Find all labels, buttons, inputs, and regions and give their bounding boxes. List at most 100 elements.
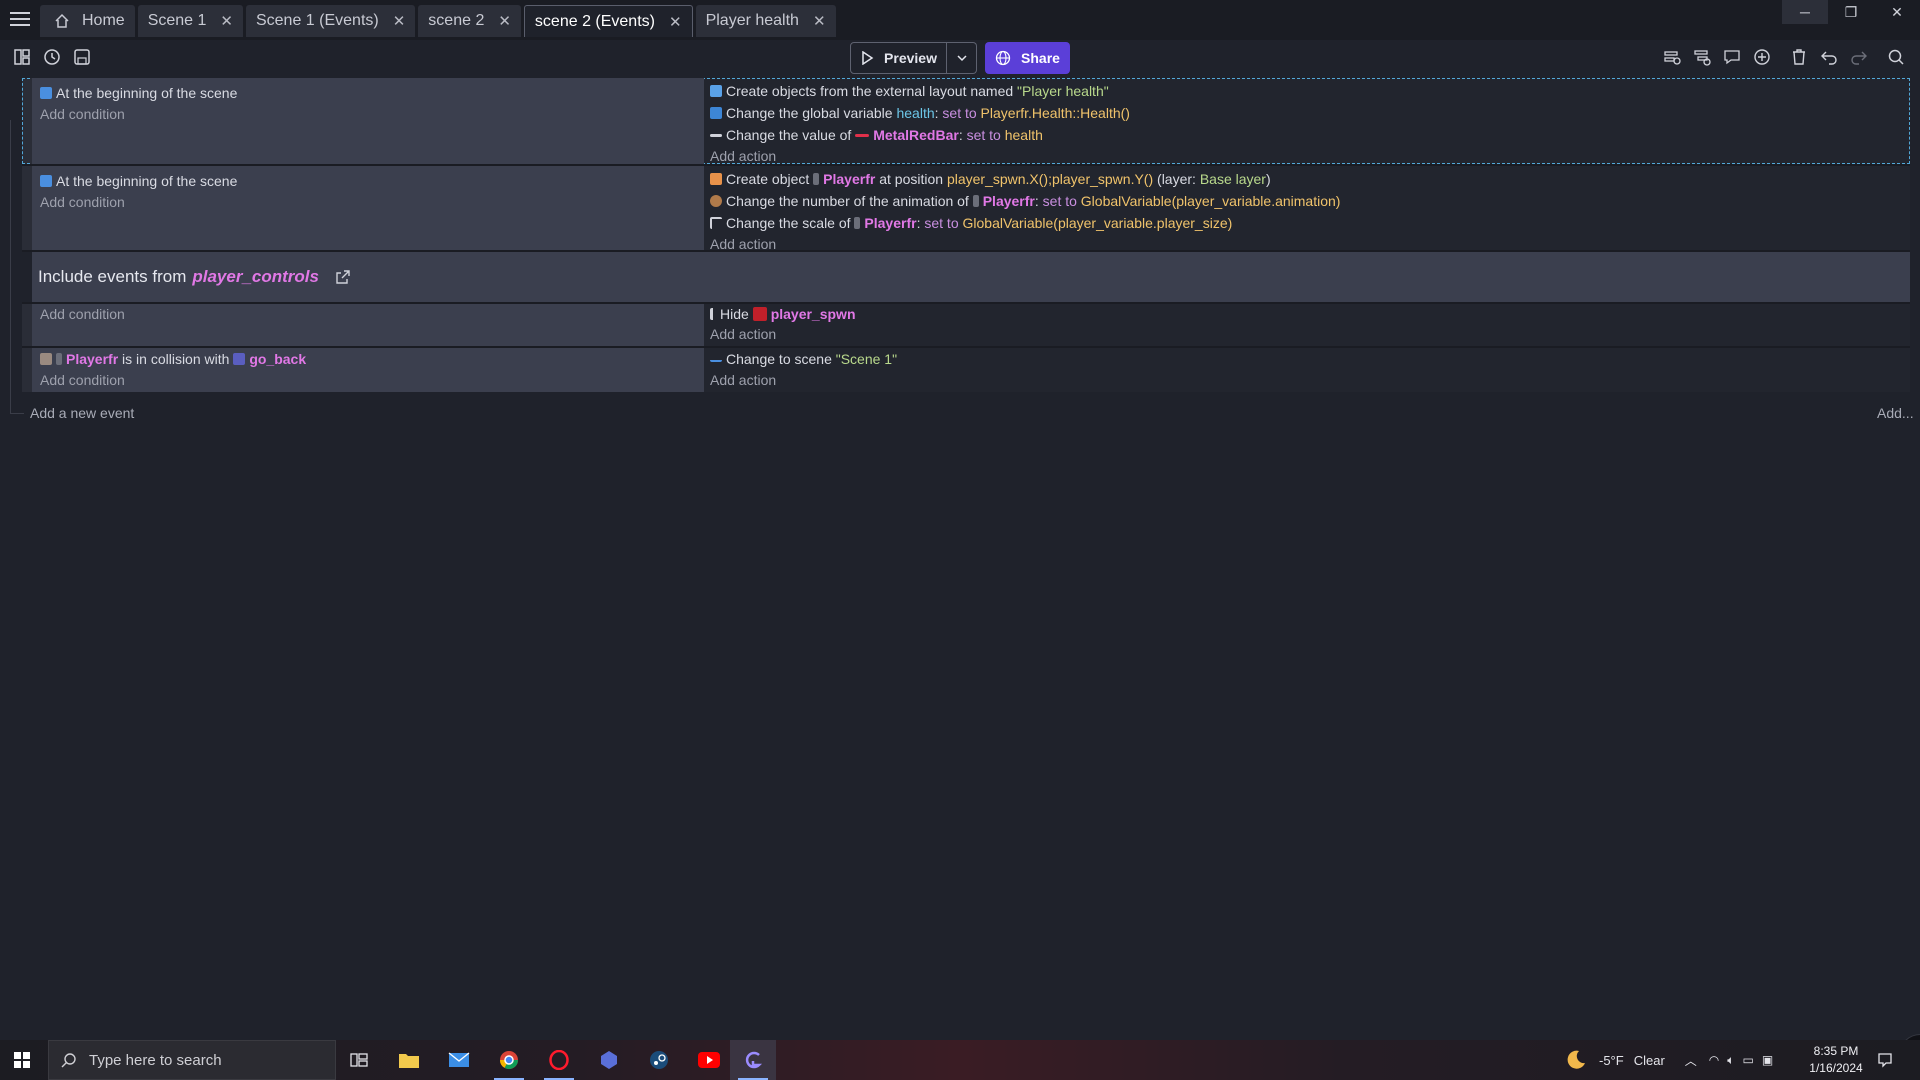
add-event-icon[interactable]: [1663, 48, 1681, 66]
gdevelop-icon[interactable]: [730, 1040, 776, 1080]
undo-icon[interactable]: [1820, 48, 1838, 66]
chrome-icon[interactable]: [486, 1040, 532, 1080]
tab-home[interactable]: Home: [40, 5, 135, 37]
action[interactable]: Change the global variable health : set …: [710, 102, 1904, 124]
close-window-button[interactable]: ✕: [1874, 0, 1920, 24]
add-subevent-icon[interactable]: [1693, 48, 1711, 66]
taskbar-search-input[interactable]: Type here to search: [48, 1040, 336, 1080]
add-condition-link[interactable]: Add condition: [40, 370, 696, 391]
close-icon[interactable]: ✕: [393, 12, 406, 30]
link-event[interactable]: Include events from player_controls: [32, 252, 1910, 302]
event-drag-handle[interactable]: [22, 304, 32, 346]
clock[interactable]: 8:35 PM 1/16/2024: [1806, 1043, 1866, 1077]
preview-button[interactable]: Preview: [850, 42, 947, 74]
minimize-button[interactable]: ─: [1782, 0, 1828, 24]
chevron-down-icon: [956, 55, 967, 62]
tab-label: Home: [82, 12, 125, 29]
actions-column: Hide player_spwn Add action: [704, 304, 1910, 346]
add-condition-link[interactable]: Add condition: [40, 304, 696, 325]
event-drag-handle[interactable]: [22, 78, 32, 164]
event-drag-handle[interactable]: [22, 166, 32, 250]
task-view-icon[interactable]: [336, 1040, 382, 1080]
share-label: Share: [1021, 50, 1060, 66]
close-icon[interactable]: ✕: [813, 12, 826, 30]
clock-time: 8:35 PM: [1813, 1044, 1859, 1058]
sprite-icon: [854, 217, 861, 229]
tab-player-health[interactable]: Player health ✕: [695, 5, 836, 37]
open-external-icon[interactable]: [335, 269, 351, 285]
toolbar: Preview Share: [0, 40, 1920, 74]
condition[interactable]: Playerfr is in collision with go_back: [40, 348, 696, 370]
tab-scene-1[interactable]: Scene 1 ✕: [137, 5, 243, 37]
object-name: player_spwn: [770, 306, 856, 322]
add-comment-icon[interactable]: [1723, 48, 1741, 66]
save-icon[interactable]: [73, 48, 91, 66]
chevron-up-icon[interactable]: ︿: [1685, 1052, 1697, 1069]
object-name: Playerfr: [823, 171, 876, 187]
share-button[interactable]: Share: [985, 42, 1070, 74]
separator-text: :: [916, 215, 921, 231]
tab-scene-2-events[interactable]: scene 2 (Events) ✕: [523, 5, 693, 37]
youtube-icon[interactable]: [686, 1040, 732, 1080]
panels-icon[interactable]: [13, 48, 31, 66]
action[interactable]: Change the value of MetalRedBar : set to…: [710, 124, 1904, 146]
close-icon[interactable]: ✕: [669, 13, 682, 31]
system-tray: -5°F Clear ︿ ◠ 🔈︎ ▭ ▣: [1560, 1040, 1773, 1080]
preview-dropdown-button[interactable]: [947, 42, 977, 74]
maximize-button[interactable]: ❐: [1828, 0, 1874, 24]
add-new-event-link[interactable]: Add a new event: [30, 405, 134, 421]
layer-label: (layer:: [1157, 171, 1196, 187]
tab-scene-2[interactable]: scene 2 ✕: [418, 5, 521, 37]
tab-label: scene 2: [428, 12, 485, 29]
windows-start-icon[interactable]: [14, 1052, 30, 1068]
action[interactable]: Change to scene "Scene 1": [710, 348, 1904, 370]
action[interactable]: Change the number of the animation of Pl…: [710, 190, 1904, 212]
app-icon[interactable]: [586, 1040, 632, 1080]
search-icon[interactable]: [1887, 48, 1905, 66]
network-icon[interactable]: ◠: [1709, 1053, 1719, 1067]
delete-icon[interactable]: [1790, 48, 1808, 66]
actions-column: Create objects from the external layout …: [704, 78, 1910, 164]
steam-icon[interactable]: [636, 1040, 682, 1080]
action[interactable]: Change the scale of Playerfr : set to Gl…: [710, 212, 1904, 234]
add-condition-link[interactable]: Add condition: [40, 104, 696, 125]
action[interactable]: Create objects from the external layout …: [710, 80, 1904, 102]
event-drag-handle[interactable]: [22, 348, 32, 392]
display-icon[interactable]: ▣: [1762, 1053, 1773, 1067]
volume-icon[interactable]: 🔈︎: [1727, 1053, 1734, 1068]
external-layout-icon: [710, 85, 722, 97]
redo-icon[interactable]: [1850, 48, 1868, 66]
add-condition-link[interactable]: Add condition: [40, 192, 696, 213]
close-icon[interactable]: ✕: [498, 12, 511, 30]
external-events-link[interactable]: player_controls: [192, 267, 319, 287]
close-icon[interactable]: ✕: [220, 12, 233, 30]
action-value: "Player health": [1017, 83, 1109, 99]
layer-name: Base layer: [1199, 171, 1266, 187]
object-name: Playerfr: [864, 215, 917, 231]
opera-icon[interactable]: [536, 1040, 582, 1080]
event-2[interactable]: At the beginning of the scene Add condit…: [22, 166, 1910, 252]
title-bar: Home Scene 1 ✕ Scene 1 (Events) ✕ scene …: [0, 0, 1920, 40]
event-4[interactable]: Playerfr is in collision with go_back Ad…: [22, 348, 1910, 392]
add-action-link[interactable]: Add action: [710, 370, 1904, 391]
battery-icon[interactable]: ▭: [1742, 1053, 1753, 1067]
history-icon[interactable]: [43, 48, 61, 66]
mail-icon[interactable]: [436, 1040, 482, 1080]
notifications-icon[interactable]: [1877, 1052, 1893, 1068]
menu-icon[interactable]: [10, 12, 30, 28]
separator-text: :: [934, 105, 939, 121]
add-circle-icon[interactable]: [1753, 48, 1771, 66]
tab-scene-1-events[interactable]: Scene 1 (Events) ✕: [245, 5, 416, 37]
sprite-icon: [813, 173, 820, 185]
add-action-link[interactable]: Add action: [710, 324, 1904, 345]
action[interactable]: Create object Playerfr at position playe…: [710, 168, 1904, 190]
event-3[interactable]: Add condition Hide player_spwn Add actio…: [22, 304, 1910, 346]
action[interactable]: Hide player_spwn: [710, 304, 1904, 324]
file-explorer-icon[interactable]: [386, 1040, 432, 1080]
add-more-link[interactable]: Add...: [1877, 405, 1914, 421]
tab-label: Player health: [705, 12, 799, 29]
sprite-icon: [56, 353, 62, 365]
condition[interactable]: At the beginning of the scene: [40, 170, 696, 192]
event-1[interactable]: At the beginning of the scene Add condit…: [22, 78, 1910, 164]
condition[interactable]: At the beginning of the scene: [40, 82, 696, 104]
